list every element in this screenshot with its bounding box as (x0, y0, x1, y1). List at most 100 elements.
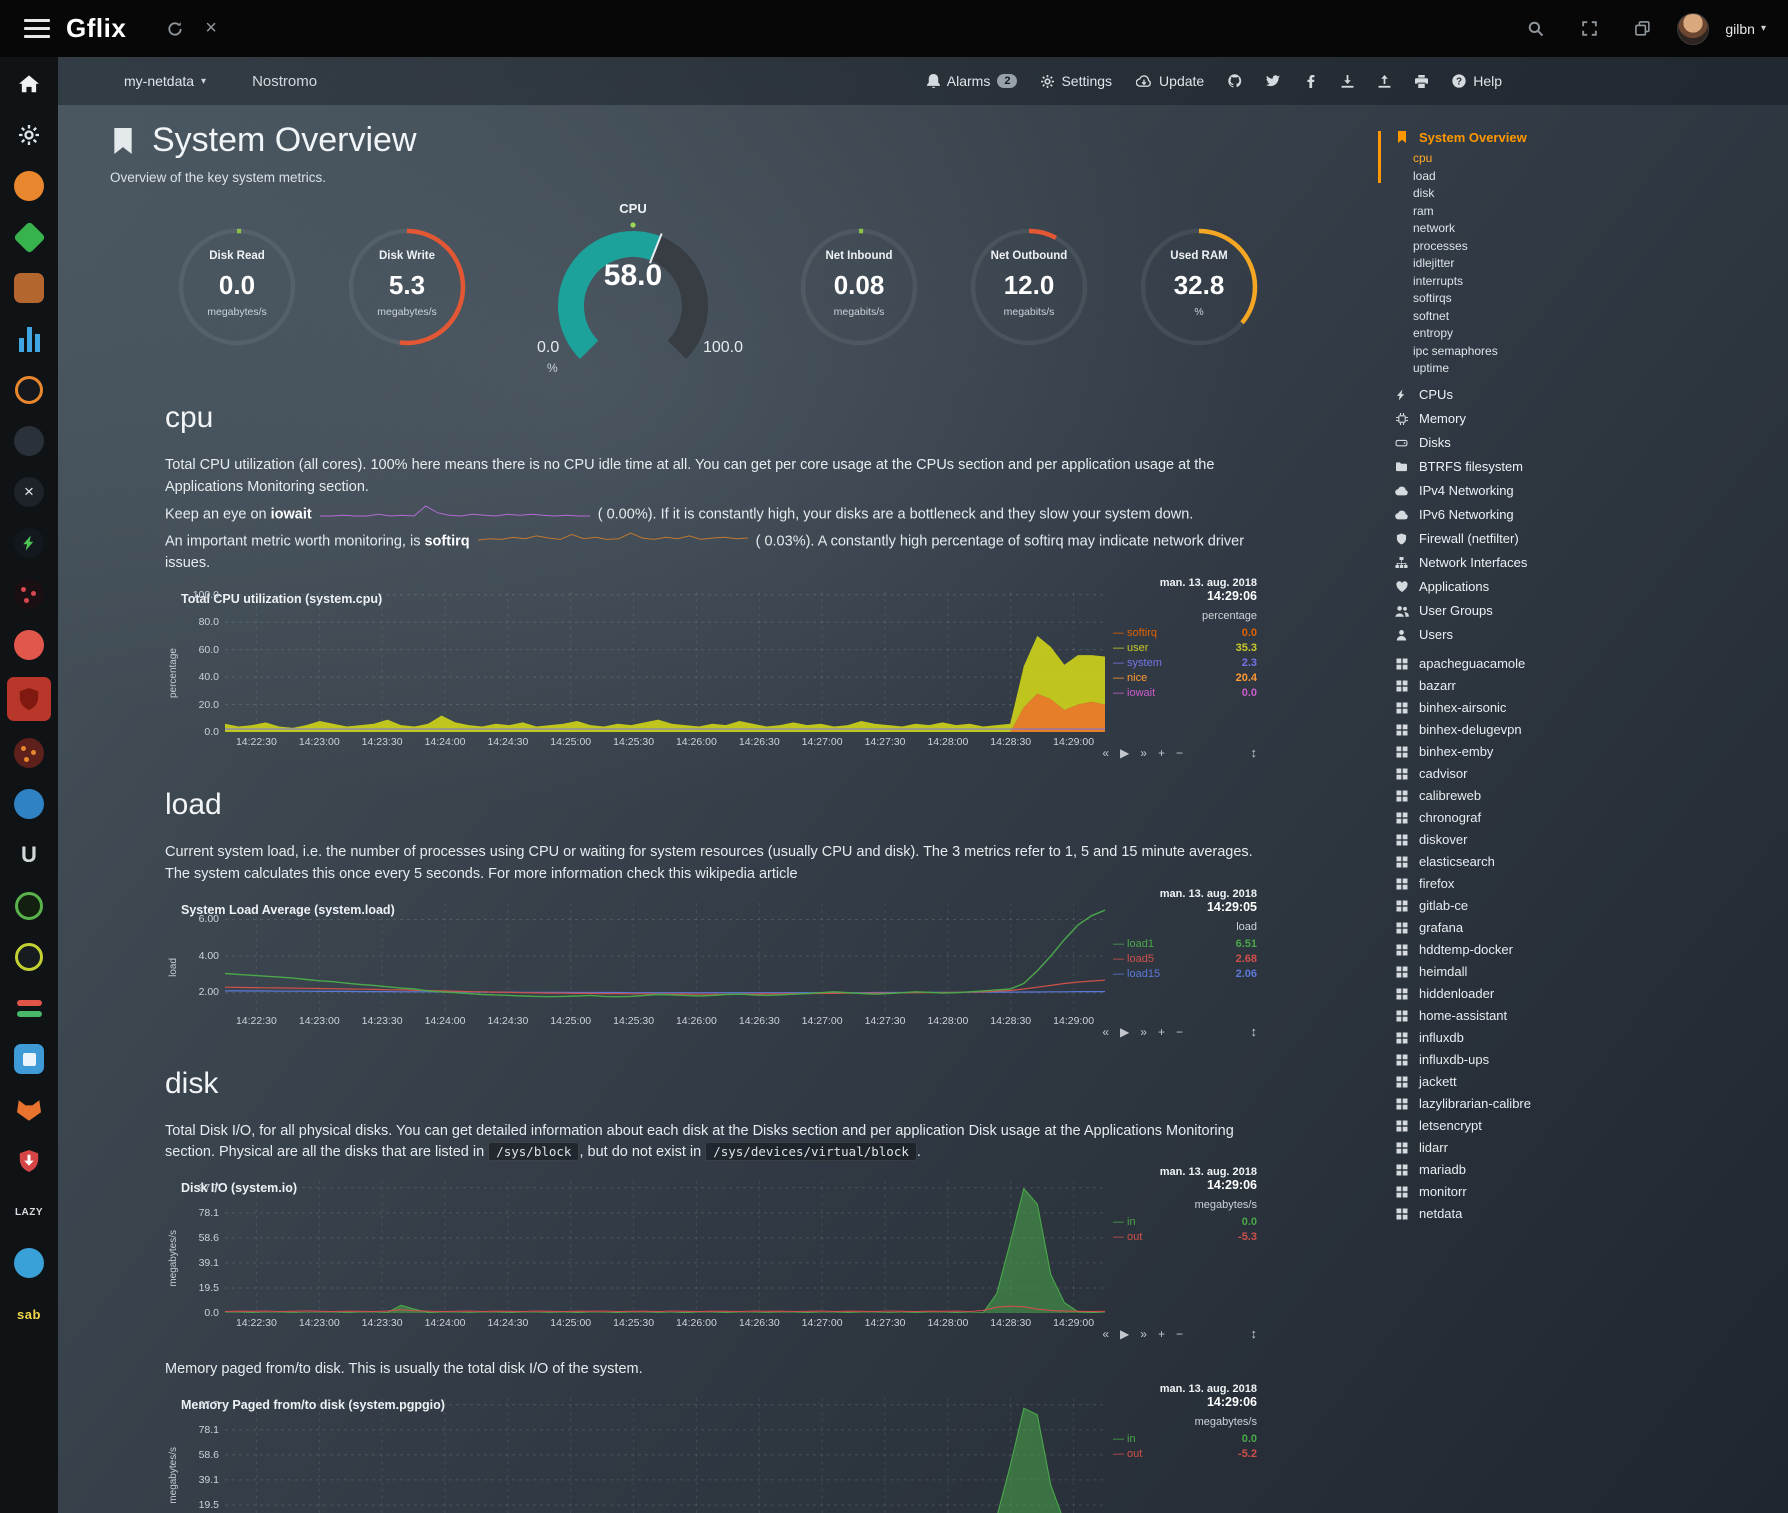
gauge-used-ram[interactable]: Used RAM 32.8 % (1137, 225, 1261, 349)
submenu-item-ipc-semaphores[interactable]: ipc semaphores (1413, 343, 1778, 361)
legend-item-load15[interactable]: — load152.06 (1113, 967, 1257, 982)
settings-button[interactable]: Settings (1041, 73, 1112, 89)
menu-app-elasticsearch[interactable]: elasticsearch (1393, 851, 1778, 873)
app-icon-yellow-ring[interactable] (7, 938, 51, 976)
app-icon-green-ring[interactable] (7, 887, 51, 925)
gauge-disk-write[interactable]: Disk Write 5.3 megabytes/s (345, 225, 469, 349)
menu-app-lazylibrarian-calibre[interactable]: lazylibrarian-calibre (1393, 1093, 1778, 1115)
menu-item-users[interactable]: Users (1393, 623, 1778, 647)
app-icon-lazy-text[interactable]: LAZY (7, 1193, 51, 1231)
chart-play-button[interactable]: ▶ (1120, 1327, 1129, 1341)
app-icon-blue-bars[interactable] (7, 320, 51, 358)
help-button[interactable]: ? Help (1452, 73, 1502, 89)
chart-zoom-in-button[interactable]: + (1158, 746, 1165, 760)
menu-app-binhex-delugevpn[interactable]: binhex-delugevpn (1393, 719, 1778, 741)
user-avatar[interactable] (1677, 13, 1709, 45)
gauge-cpu[interactable]: CPU 58.0 0.0 100.0 % (523, 201, 743, 373)
tabs-icon[interactable] (1635, 21, 1650, 36)
menu-app-jackett[interactable]: jackett (1393, 1071, 1778, 1093)
chart-rewind-button[interactable]: « (1102, 1327, 1109, 1341)
menu-app-heimdall[interactable]: heimdall (1393, 961, 1778, 983)
submenu-item-softirqs[interactable]: softirqs (1413, 290, 1778, 308)
gauge-net-inbound[interactable]: Net Inbound 0.08 megabits/s (797, 225, 921, 349)
chart-controls[interactable]: « ▶ » + − (1102, 1327, 1183, 1341)
alarms-button[interactable]: Alarms 2 (927, 73, 1018, 89)
chart-zoom-out-button[interactable]: − (1176, 746, 1183, 760)
menu-app-binhex-emby[interactable]: binhex-emby (1393, 741, 1778, 763)
close-icon[interactable]: × (205, 17, 217, 40)
submenu-item-processes[interactable]: processes (1413, 238, 1778, 256)
legend-item-softirq[interactable]: — softirq0.0 (1113, 626, 1257, 641)
chart-plot-system-io[interactable] (225, 1181, 1105, 1313)
menu-app-grafana[interactable]: grafana (1393, 917, 1778, 939)
chart-resize-handle[interactable]: ↕ (1251, 1024, 1258, 1039)
facebook-button[interactable] (1304, 75, 1317, 88)
github-button[interactable] (1228, 74, 1242, 88)
menu-app-apacheguacamole[interactable]: apacheguacamole (1393, 653, 1778, 675)
submenu-item-network[interactable]: network (1413, 220, 1778, 238)
chart-rewind-button[interactable]: « (1102, 1025, 1109, 1039)
menu-item-applications[interactable]: Applications (1393, 575, 1778, 599)
app-icon-blue-window[interactable] (7, 1040, 51, 1078)
app-icon-fox[interactable] (7, 1091, 51, 1129)
legend-item-load5[interactable]: — load52.68 (1113, 952, 1257, 967)
app-icon-orange-ring[interactable] (7, 371, 51, 409)
print-button[interactable] (1415, 75, 1428, 88)
gauge-disk-read[interactable]: Disk Read 0.0 megabytes/s (175, 225, 299, 349)
submenu-item-ram[interactable]: ram (1413, 203, 1778, 221)
submenu-item-entropy[interactable]: entropy (1413, 325, 1778, 343)
menu-item-memory[interactable]: Memory (1393, 407, 1778, 431)
submenu-item-idlejitter[interactable]: idlejitter (1413, 255, 1778, 273)
chart-zoom-in-button[interactable]: + (1158, 1327, 1165, 1341)
app-icon-equalizer[interactable] (7, 989, 51, 1027)
app-icon-cross-circle[interactable]: × (7, 473, 51, 511)
chart-forward-button[interactable]: » (1140, 1327, 1147, 1341)
menu-app-gitlab-ce[interactable]: gitlab-ce (1393, 895, 1778, 917)
chart-play-button[interactable]: ▶ (1120, 1025, 1129, 1039)
legend-item-in[interactable]: — in0.0 (1113, 1215, 1257, 1230)
app-icon-blue-drop[interactable] (7, 1244, 51, 1282)
app-icon-red-dots[interactable] (7, 575, 51, 613)
user-menu[interactable]: gilbn ▾ (1725, 21, 1766, 37)
legend-item-user[interactable]: — user35.3 (1113, 641, 1257, 656)
legend-item-in[interactable]: — in0.0 (1113, 1432, 1257, 1447)
legend-item-nice[interactable]: — nice20.4 (1113, 671, 1257, 686)
menu-app-calibreweb[interactable]: calibreweb (1393, 785, 1778, 807)
legend-item-out[interactable]: — out-5.2 (1113, 1447, 1257, 1462)
chart-plot-system-pgpgio[interactable] (225, 1398, 1105, 1513)
app-icon-bolt-circle[interactable] (7, 524, 51, 562)
refresh-icon[interactable] (167, 21, 183, 37)
chart-resize-handle[interactable]: ↕ (1251, 1326, 1258, 1341)
chart-rewind-button[interactable]: « (1102, 746, 1109, 760)
legend-item-system[interactable]: — system2.3 (1113, 656, 1257, 671)
app-icon-green-diamond[interactable] (7, 218, 51, 256)
menu-app-hiddenloader[interactable]: hiddenloader (1393, 983, 1778, 1005)
chart-play-button[interactable]: ▶ (1120, 746, 1129, 760)
menu-app-firefox[interactable]: firefox (1393, 873, 1778, 895)
gauge-net-outbound[interactable]: Net Outbound 12.0 megabits/s (967, 225, 1091, 349)
chart-forward-button[interactable]: » (1140, 1025, 1147, 1039)
menu-app-influxdb-ups[interactable]: influxdb-ups (1393, 1049, 1778, 1071)
menu-item-system-overview[interactable]: System Overview (1393, 125, 1778, 149)
app-icon-red-shield-down[interactable] (7, 1142, 51, 1180)
update-button[interactable]: Update (1136, 73, 1204, 89)
home-icon[interactable] (7, 65, 51, 103)
app-icon-orange-circle[interactable] (7, 167, 51, 205)
chart-forward-button[interactable]: » (1140, 746, 1147, 760)
menu-app-bazarr[interactable]: bazarr (1393, 675, 1778, 697)
menu-item-user-groups[interactable]: User Groups (1393, 599, 1778, 623)
search-icon[interactable] (1528, 21, 1544, 37)
fullscreen-icon[interactable] (1582, 21, 1597, 36)
submenu-item-cpu[interactable]: cpu (1413, 150, 1778, 168)
twitter-button[interactable] (1266, 74, 1280, 88)
app-icon-maroon-dots[interactable] (7, 734, 51, 772)
menu-item-ipv4-networking[interactable]: IPv4 Networking (1393, 479, 1778, 503)
app-icon-coral-circle[interactable] (7, 626, 51, 664)
chart-controls[interactable]: « ▶ » + − (1102, 1025, 1183, 1039)
menu-app-cadvisor[interactable]: cadvisor (1393, 763, 1778, 785)
chart-zoom-out-button[interactable]: − (1176, 1025, 1183, 1039)
submenu-item-load[interactable]: load (1413, 168, 1778, 186)
chart-zoom-out-button[interactable]: − (1176, 1327, 1183, 1341)
submenu-item-uptime[interactable]: uptime (1413, 360, 1778, 378)
app-icon-silver-u[interactable]: U (7, 836, 51, 874)
